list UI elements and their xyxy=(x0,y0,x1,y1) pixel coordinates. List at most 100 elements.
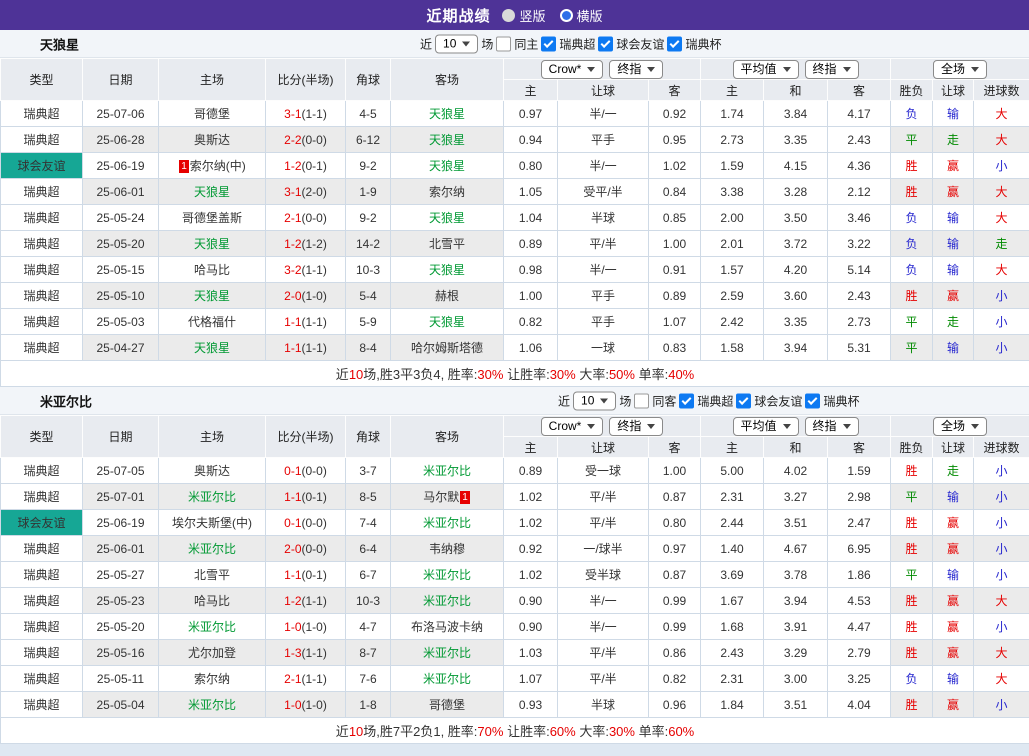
recent-count-select[interactable]: 10 xyxy=(435,34,478,53)
filter-near-label: 近 xyxy=(558,392,570,409)
handicap-result-cell: 赢 xyxy=(933,536,974,562)
result-text: 赢 xyxy=(947,542,959,556)
final-odds-select-2[interactable]: 终指 xyxy=(805,417,859,436)
horizontal-layout-option[interactable]: 横版 xyxy=(560,6,603,25)
chevron-down-icon xyxy=(971,67,979,72)
fulltime-score: 1-1 xyxy=(284,341,301,355)
halftime-score: (0-0) xyxy=(302,211,327,225)
home-team-cell: 米亚尔比 xyxy=(159,484,266,510)
final-odds-select[interactable]: 终指 xyxy=(609,417,663,436)
result-group-header: 全场 xyxy=(891,59,1029,80)
handicap-result-cell: 输 xyxy=(933,666,974,692)
final-odds-select[interactable]: 终指 xyxy=(609,60,663,79)
match-row: 瑞典超25-06-01米亚尔比2-0(0-0)6-4韦纳穆0.92一/球半0.9… xyxy=(1,536,1029,562)
average-group-header: 平均值 终指 xyxy=(701,59,891,80)
corner-cell: 9-2 xyxy=(346,205,391,231)
avg-home-odds-cell: 1.59 xyxy=(701,153,764,179)
away-team-cell: 米亚尔比 xyxy=(391,458,504,484)
average-select[interactable]: 平均值 xyxy=(733,60,799,79)
recent-count-select[interactable]: 10 xyxy=(573,391,616,410)
away-team-cell: 天狼星 xyxy=(391,101,504,127)
team-name: 哈尔姆斯塔德 xyxy=(411,341,483,355)
team-name: 北雪平 xyxy=(429,237,465,251)
team-name: 索尔纳 xyxy=(429,185,465,199)
result-cell: 负 xyxy=(891,205,933,231)
final-odds-select-2[interactable]: 终指 xyxy=(805,60,859,79)
team-name: 代格福什 xyxy=(188,315,236,329)
league-checkbox-friendly[interactable] xyxy=(736,393,751,408)
home-team-cell: 索尔纳 xyxy=(159,666,266,692)
team-name: 哈马比 xyxy=(194,263,230,277)
result-text: 胜 xyxy=(906,159,918,173)
bookmaker-select[interactable]: Crow* xyxy=(541,417,604,436)
vertical-layout-option[interactable]: 竖版 xyxy=(502,6,545,25)
handicap-away-odds-cell: 0.89 xyxy=(649,283,701,309)
league-type-cell: 瑞典超 xyxy=(1,179,83,205)
summary-segment: 让胜率: xyxy=(503,367,549,382)
fulltime-score: 1-2 xyxy=(284,594,301,608)
avg-draw-odds-cell: 3.00 xyxy=(764,666,828,692)
fulltime-select[interactable]: 全场 xyxy=(933,60,987,79)
same-venue-checkbox[interactable] xyxy=(634,393,649,408)
league-checkbox-friendly[interactable] xyxy=(598,36,613,51)
result-text: 赢 xyxy=(947,594,959,608)
goals-result-cell: 小 xyxy=(974,153,1029,179)
col-header-home: 主场 xyxy=(159,59,266,101)
result-text: 胜 xyxy=(906,698,918,712)
league-checkbox-cup[interactable] xyxy=(667,36,682,51)
score-cell: 2-2(0-0) xyxy=(266,127,346,153)
team-name: 埃尔夫斯堡(中) xyxy=(172,516,252,530)
away-team-cell: 哥德堡 xyxy=(391,692,504,718)
avg-draw-odds-cell: 4.02 xyxy=(764,458,828,484)
halftime-score: (1-1) xyxy=(302,315,327,329)
halftime-score: (1-1) xyxy=(302,107,327,121)
team-name: 天狼星 xyxy=(194,341,230,355)
avg-away-odds-cell: 2.43 xyxy=(828,127,891,153)
vertical-radio[interactable] xyxy=(502,9,515,22)
same-venue-checkbox[interactable] xyxy=(496,36,511,51)
avg-draw-odds-cell: 3.94 xyxy=(764,335,828,361)
handicap-line-cell: 半/一 xyxy=(558,588,649,614)
result-text: 胜 xyxy=(906,594,918,608)
filter-bar: 近 10 场 同主 瑞典超 球会友谊 瑞典杯 xyxy=(420,34,721,53)
date-cell: 25-07-06 xyxy=(83,101,159,127)
date-cell: 25-07-01 xyxy=(83,484,159,510)
handicap-line-cell: 一/球半 xyxy=(558,536,649,562)
avg-away-odds-cell: 1.86 xyxy=(828,562,891,588)
handicap-line-cell: 平/半 xyxy=(558,640,649,666)
average-select[interactable]: 平均值 xyxy=(733,417,799,436)
handicap-away-odds-cell: 0.99 xyxy=(649,588,701,614)
sub-header-avg-home: 主 xyxy=(701,437,764,458)
avg-away-odds-cell: 4.36 xyxy=(828,153,891,179)
match-row: 球会友谊25-06-191索尔纳(中)1-2(0-1)9-2天狼星0.80半/一… xyxy=(1,153,1029,179)
handicap-away-odds-cell: 0.99 xyxy=(649,614,701,640)
league-checkbox-allsvenskan[interactable] xyxy=(541,36,556,51)
league-checkbox-allsvenskan[interactable] xyxy=(679,393,694,408)
fulltime-select[interactable]: 全场 xyxy=(933,417,987,436)
result-text: 输 xyxy=(947,341,959,355)
handicap-result-cell: 赢 xyxy=(933,153,974,179)
goals-result-cell: 小 xyxy=(974,484,1029,510)
horizontal-radio[interactable] xyxy=(560,9,573,22)
result-text: 小 xyxy=(996,698,1008,712)
match-row: 瑞典超25-05-03代格福什1-1(1-1)5-9天狼星0.82平手1.072… xyxy=(1,309,1029,335)
league-checkbox-cup[interactable] xyxy=(805,393,820,408)
bookmaker-select-value: Crow* xyxy=(549,62,582,77)
goals-result-cell: 小 xyxy=(974,614,1029,640)
team-name: 索尔纳 xyxy=(194,672,230,686)
handicap-home-odds-cell: 0.89 xyxy=(504,458,558,484)
col-header-date: 日期 xyxy=(83,416,159,458)
same-venue-label: 同主 xyxy=(514,35,538,52)
avg-draw-odds-cell: 3.91 xyxy=(764,614,828,640)
sub-header-hcp-home: 主 xyxy=(504,80,558,101)
sub-header-hcp-line: 让球 xyxy=(558,80,649,101)
result-text: 胜 xyxy=(906,542,918,556)
handicap-away-odds-cell: 0.92 xyxy=(649,101,701,127)
average-select-value: 平均值 xyxy=(741,62,777,77)
handicap-line-cell: 受平/半 xyxy=(558,179,649,205)
final-odds-select-2-value: 终指 xyxy=(813,62,837,77)
team-name: 奥斯达 xyxy=(194,464,230,478)
sub-header-handicap-result: 让球 xyxy=(933,437,974,458)
bookmaker-select[interactable]: Crow* xyxy=(541,60,604,79)
result-group-header: 全场 xyxy=(891,416,1029,437)
